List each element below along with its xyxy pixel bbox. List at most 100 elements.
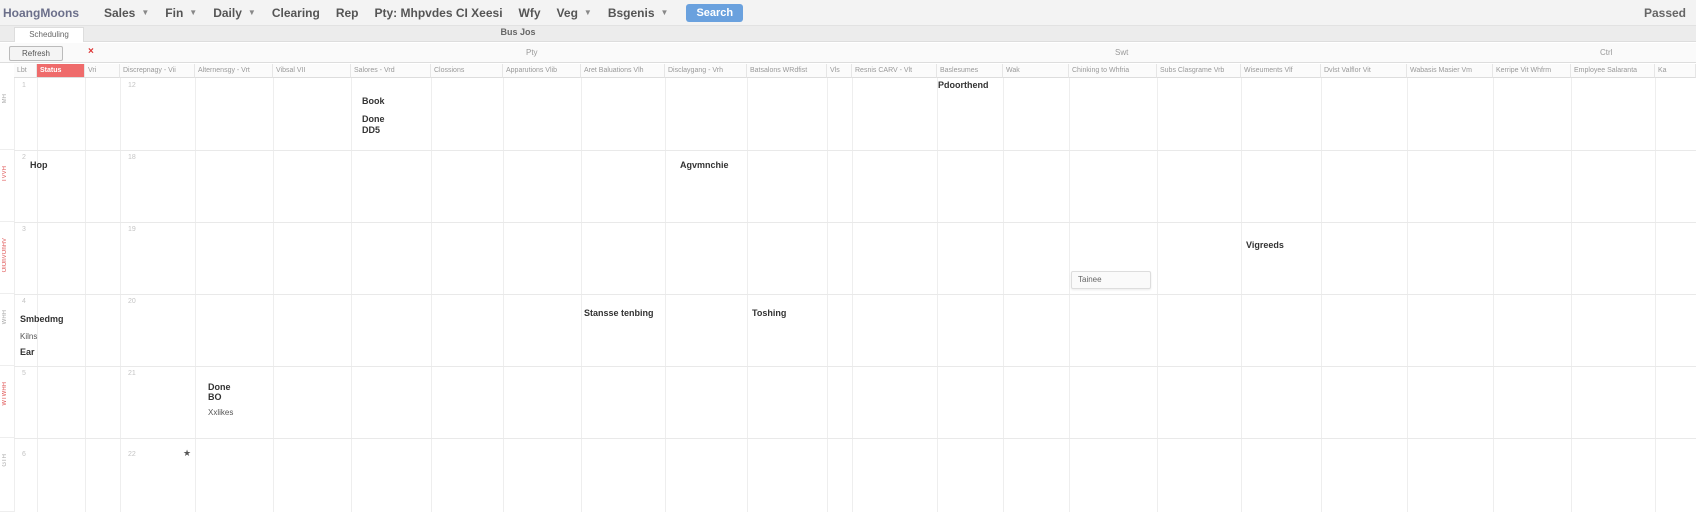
row-label: TVVH — [0, 150, 14, 222]
caret-down-icon: ▼ — [660, 8, 669, 17]
event-popup[interactable]: Tainee — [1071, 271, 1151, 289]
column-header[interactable]: Lbt — [14, 64, 37, 78]
caret-down-icon: ▼ — [141, 8, 150, 17]
grid-vline — [14, 78, 15, 512]
nav-item-bsgenis[interactable]: Bsgenis ▼ — [600, 0, 677, 26]
column-header[interactable]: Dvlst Valflor Vit — [1321, 64, 1407, 78]
row-label: WHH — [0, 294, 14, 366]
grid-hline — [14, 222, 1696, 223]
column-header[interactable]: Alternensgy - Vrt — [195, 64, 273, 78]
calendar-event[interactable]: Book — [362, 96, 385, 106]
column-header[interactable]: Kerripe Vit Whfrm — [1493, 64, 1571, 78]
column-header[interactable]: Wabasis Masier Vm — [1407, 64, 1493, 78]
calendar-event[interactable]: Xxlikes — [208, 408, 233, 417]
column-header[interactable]: Aret Baluations Vlh — [581, 64, 665, 78]
calendar-event[interactable]: Vigreeds — [1246, 240, 1284, 250]
calendar-event[interactable]: Kilns — [20, 332, 37, 341]
close-icon[interactable]: × — [88, 46, 94, 57]
grid-vline — [1571, 78, 1572, 512]
grid-hline — [14, 150, 1696, 151]
column-header[interactable]: Vri — [85, 64, 120, 78]
calendar-event[interactable]: Smbedmg — [20, 314, 64, 324]
brand-logo[interactable]: HoangMoons — [0, 6, 96, 20]
day-number: 19 — [128, 226, 136, 233]
column-header[interactable]: Chinking to Whfria — [1069, 64, 1157, 78]
caret-down-icon: ▼ — [583, 8, 592, 17]
toolbar: Refresh × Pty Swt Ctrl — [0, 43, 1696, 63]
grid-vline — [747, 78, 748, 512]
nav-item-label: Rep — [335, 5, 359, 20]
grid-vline — [1241, 78, 1242, 512]
calendar-event[interactable]: Ear — [20, 347, 35, 357]
column-header[interactable]: Ka — [1655, 64, 1696, 78]
calendar-event[interactable]: Hop — [30, 160, 48, 170]
day-number: 21 — [128, 370, 136, 377]
nav-item-clearing[interactable]: Clearing — [264, 0, 328, 26]
row-label: GTH — [0, 438, 14, 512]
nav-item-rep[interactable]: Rep — [328, 0, 367, 26]
grid-vline — [120, 78, 121, 512]
calendar-event[interactable]: DD5 — [362, 125, 380, 135]
nav-item-label: Veg — [556, 5, 578, 20]
column-header[interactable]: Discrepnagy - Vii — [120, 64, 195, 78]
column-header[interactable]: Salores - Vrd — [351, 64, 431, 78]
column-header[interactable]: Clossions — [431, 64, 503, 78]
day-number: 18 — [128, 154, 136, 161]
day-number: 3 — [22, 226, 26, 233]
column-header[interactable]: Status — [37, 64, 85, 78]
column-header[interactable]: Vls — [827, 64, 852, 78]
caret-down-icon: ▼ — [247, 8, 256, 17]
column-header[interactable]: Subs Clasgrame Vrb — [1157, 64, 1241, 78]
grid-vline — [431, 78, 432, 512]
grid-vline — [37, 78, 38, 512]
user-menu[interactable]: Passed — [1644, 0, 1686, 26]
column-header[interactable]: Batsalons WRdfist — [747, 64, 827, 78]
app-window: HoangMoons Sales ▼ Fin ▼ Daily ▼ Clearing R… — [0, 0, 1696, 512]
top-navbar: HoangMoons Sales ▼ Fin ▼ Daily ▼ Clearing R… — [0, 0, 1696, 26]
nav-item-wfy[interactable]: Wfy — [511, 0, 549, 26]
column-header[interactable]: Vibsal VII — [273, 64, 351, 78]
nav-item-label: Pty: Mhpvdes CI Xeesi — [374, 5, 503, 20]
calendar-event[interactable]: Done — [208, 382, 231, 392]
calendar-event[interactable]: Done — [362, 114, 385, 124]
calendar-event[interactable]: Toshing — [752, 308, 786, 318]
column-header[interactable]: Wiseuments Vlf — [1241, 64, 1321, 78]
tab-bar-title: Bus Jos — [500, 27, 536, 37]
day-number: 1 — [22, 82, 26, 89]
grid-hline — [14, 294, 1696, 295]
day-number: 5 — [22, 370, 26, 377]
nav-item-daily[interactable]: Daily ▼ — [205, 0, 264, 26]
grid-vline — [581, 78, 582, 512]
grid-vline — [1493, 78, 1494, 512]
grid-vline — [852, 78, 853, 512]
nav-item-label: Daily — [213, 5, 242, 20]
column-header[interactable]: Wak — [1003, 64, 1069, 78]
column-header[interactable]: Employee Salaranta — [1571, 64, 1655, 78]
row-label: MH — [0, 78, 14, 150]
day-number: 6 — [22, 451, 26, 458]
column-header[interactable]: Resnis CARV - Vlt — [852, 64, 937, 78]
calendar-event[interactable]: Agvmnchie — [680, 160, 729, 170]
grid-hline — [14, 366, 1696, 367]
day-number: 12 — [128, 82, 136, 89]
calendar-event[interactable]: Stansse tenbing — [584, 308, 654, 318]
grid-vline — [1407, 78, 1408, 512]
day-number: 20 — [128, 298, 136, 305]
nav-item-pty[interactable]: Pty: Mhpvdes CI Xeesi — [367, 0, 511, 26]
nav-item-veg[interactable]: Veg ▼ — [549, 0, 600, 26]
search-button[interactable]: Search — [686, 3, 744, 22]
refresh-button[interactable]: Refresh — [9, 46, 63, 61]
column-header[interactable]: Apparutions Vlib — [503, 64, 581, 78]
column-header[interactable]: Disclaygang - Vrh — [665, 64, 747, 78]
calendar-event[interactable]: BO — [208, 392, 222, 402]
grid-vline — [503, 78, 504, 512]
calendar-event[interactable]: Pdoorthend — [938, 80, 989, 90]
nav-item-sales[interactable]: Sales ▼ — [96, 0, 157, 26]
grid-vline — [1069, 78, 1070, 512]
star-icon[interactable]: ★ — [183, 448, 191, 459]
grid-vline — [827, 78, 828, 512]
tab-bar: Scheduling Bus Jos — [0, 26, 1696, 42]
toolbar-label: Swt — [1115, 48, 1129, 57]
nav-item-fin[interactable]: Fin ▼ — [157, 0, 205, 26]
column-header[interactable]: Baslesumes — [937, 64, 1003, 78]
